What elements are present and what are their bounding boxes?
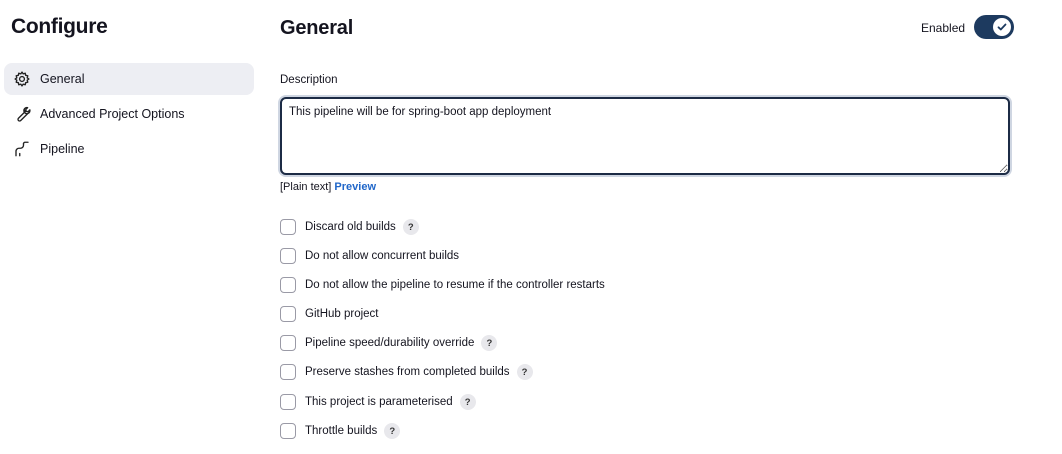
checkbox[interactable]: [280, 394, 296, 410]
format-line: [Plain text] Preview: [280, 181, 376, 193]
help-icon[interactable]: ?: [516, 364, 533, 380]
option-no-resume: Do not allow the pipeline to resume if t…: [280, 275, 605, 295]
sidebar: Configure General Advanced Project Optio…: [0, 0, 262, 454]
help-icon[interactable]: ?: [402, 219, 419, 235]
option-discard-old-builds: Discard old builds ?: [280, 217, 419, 237]
gear-icon: [12, 69, 32, 89]
page-title: General: [280, 17, 354, 39]
enabled-label: Enabled: [921, 21, 966, 35]
checkbox[interactable]: [280, 423, 296, 439]
option-label: GitHub project: [305, 308, 379, 320]
sidebar-item-label: Pipeline: [40, 142, 85, 156]
option-label: Do not allow the pipeline to resume if t…: [305, 279, 605, 291]
enabled-toggle[interactable]: [974, 15, 1014, 39]
checkbox[interactable]: [280, 364, 296, 380]
help-icon[interactable]: ?: [459, 394, 476, 410]
sidebar-item-pipeline[interactable]: Pipeline: [4, 133, 254, 165]
option-throttle-builds: Throttle builds ?: [280, 421, 401, 441]
checkbox[interactable]: [280, 306, 296, 322]
preview-link[interactable]: Preview: [334, 181, 376, 193]
option-label: Do not allow concurrent builds: [305, 250, 460, 262]
checkbox[interactable]: [280, 248, 296, 264]
sidebar-item-label: Advanced Project Options: [40, 107, 185, 121]
description-textarea[interactable]: This pipeline will be for spring-boot ap…: [280, 97, 1010, 175]
option-no-concurrent-builds: Do not allow concurrent builds: [280, 246, 459, 266]
option-preserve-stashes: Preserve stashes from completed builds ?: [280, 362, 533, 382]
sidebar-item-advanced-project-options[interactable]: Advanced Project Options: [4, 98, 254, 130]
option-github-project: GitHub project: [280, 304, 379, 324]
option-label: Discard old builds: [305, 221, 396, 233]
plain-text-label: [Plain text]: [280, 181, 332, 193]
checkbox[interactable]: [280, 219, 296, 235]
sidebar-item-general[interactable]: General: [4, 63, 254, 95]
option-label: Pipeline speed/durability override: [305, 337, 475, 349]
help-icon[interactable]: ?: [384, 423, 401, 439]
checkbox[interactable]: [280, 335, 296, 351]
sidebar-title: Configure: [11, 15, 108, 38]
main-panel: General Enabled Description This pipelin…: [280, 0, 1020, 454]
wrench-icon: [12, 104, 32, 124]
help-icon[interactable]: ?: [481, 335, 498, 351]
description-label: Description: [280, 74, 338, 86]
pipeline-icon: [12, 139, 32, 159]
sidebar-item-label: General: [40, 72, 85, 86]
checkbox[interactable]: [280, 277, 296, 293]
option-label: Throttle builds: [305, 425, 378, 437]
option-parameterised: This project is parameterised ?: [280, 392, 476, 412]
option-durability-override: Pipeline speed/durability override ?: [280, 333, 498, 353]
check-icon: [993, 18, 1011, 36]
option-label: Preserve stashes from completed builds: [305, 366, 510, 378]
option-label: This project is parameterised: [305, 396, 453, 408]
